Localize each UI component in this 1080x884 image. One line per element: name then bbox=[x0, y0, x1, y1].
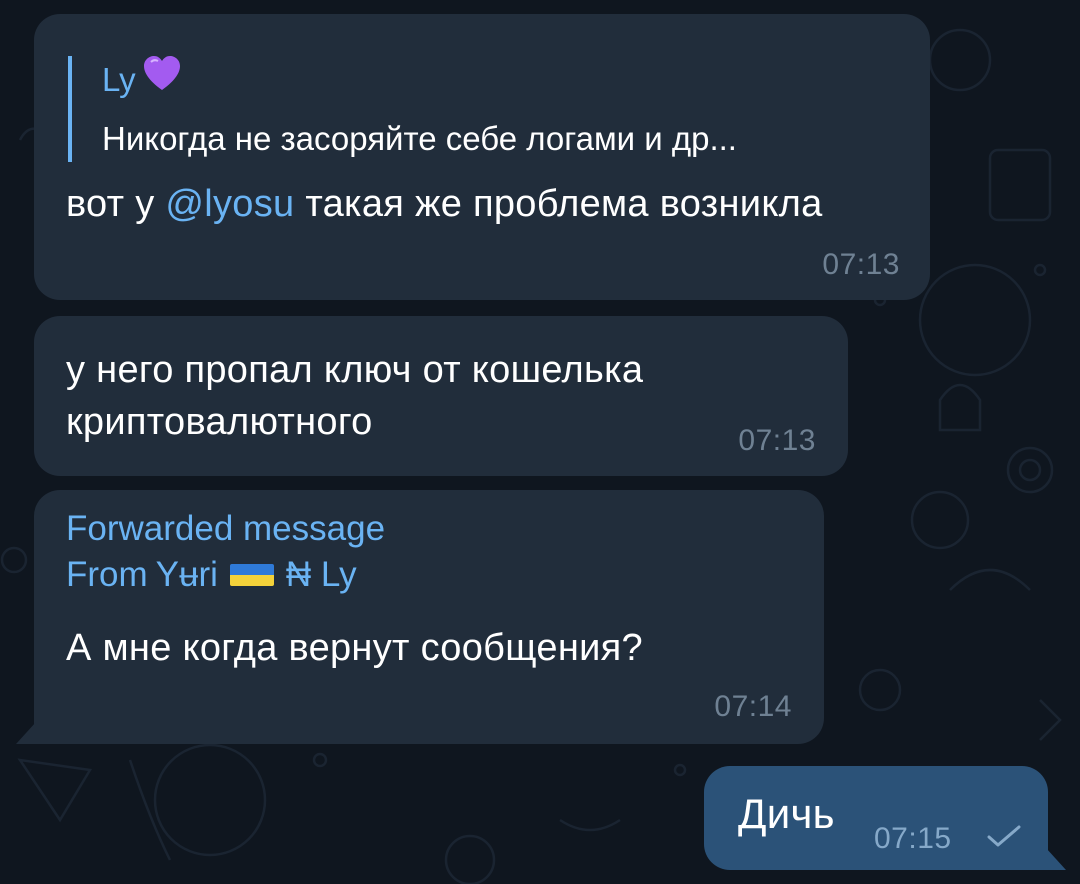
reply-quote-text: Никогда не засоряйте себе логами и др... bbox=[102, 120, 737, 157]
forwarded-label: Forwarded message bbox=[66, 509, 386, 548]
message-time: 07:13 bbox=[822, 248, 900, 281]
message-time: 07:15 bbox=[874, 822, 952, 855]
user-mention-link[interactable]: @lyosu bbox=[165, 183, 294, 225]
purple-heart-icon bbox=[142, 56, 182, 104]
from-name: Yʉri bbox=[155, 555, 218, 594]
message-bubble-incoming[interactable]: у него пропал ключ от кошелька криптовал… bbox=[34, 316, 848, 476]
from-prefix: From bbox=[66, 555, 148, 594]
message-text: вот у @lyosu такая же проблема возникла bbox=[66, 178, 886, 230]
message-time: 07:14 bbox=[714, 690, 792, 723]
message-text-part: вот у bbox=[66, 183, 166, 225]
message-bubble-incoming[interactable]: Ly Никогда не засоряйте себе логами и др… bbox=[34, 14, 930, 300]
message-text-part: такая же проблема возникла bbox=[294, 183, 823, 225]
message-text: А мне когда вернут сообщения? bbox=[66, 627, 643, 669]
message-bubble-outgoing[interactable]: Дичь 07:15 bbox=[704, 766, 1048, 870]
from-suffix: ₦ Ly bbox=[285, 555, 357, 594]
message-text: у него пропал ключ от кошелька криптовал… bbox=[66, 349, 644, 443]
message-time: 07:13 bbox=[738, 424, 816, 457]
forward-source[interactable]: From Yʉri ₦ Ly bbox=[66, 552, 385, 598]
reply-preview[interactable]: Ly Никогда не засоряйте себе логами и др… bbox=[68, 56, 737, 162]
reply-author-name: Ly bbox=[102, 61, 136, 98]
message-text: Дичь bbox=[738, 790, 835, 837]
message-bubble-forwarded[interactable]: Forwarded message From Yʉri ₦ Ly А мне к… bbox=[34, 490, 824, 744]
forward-header[interactable]: Forwarded message From Yʉri ₦ Ly bbox=[66, 506, 385, 598]
ukraine-flag-icon bbox=[229, 564, 274, 586]
check-icon bbox=[987, 825, 1021, 847]
